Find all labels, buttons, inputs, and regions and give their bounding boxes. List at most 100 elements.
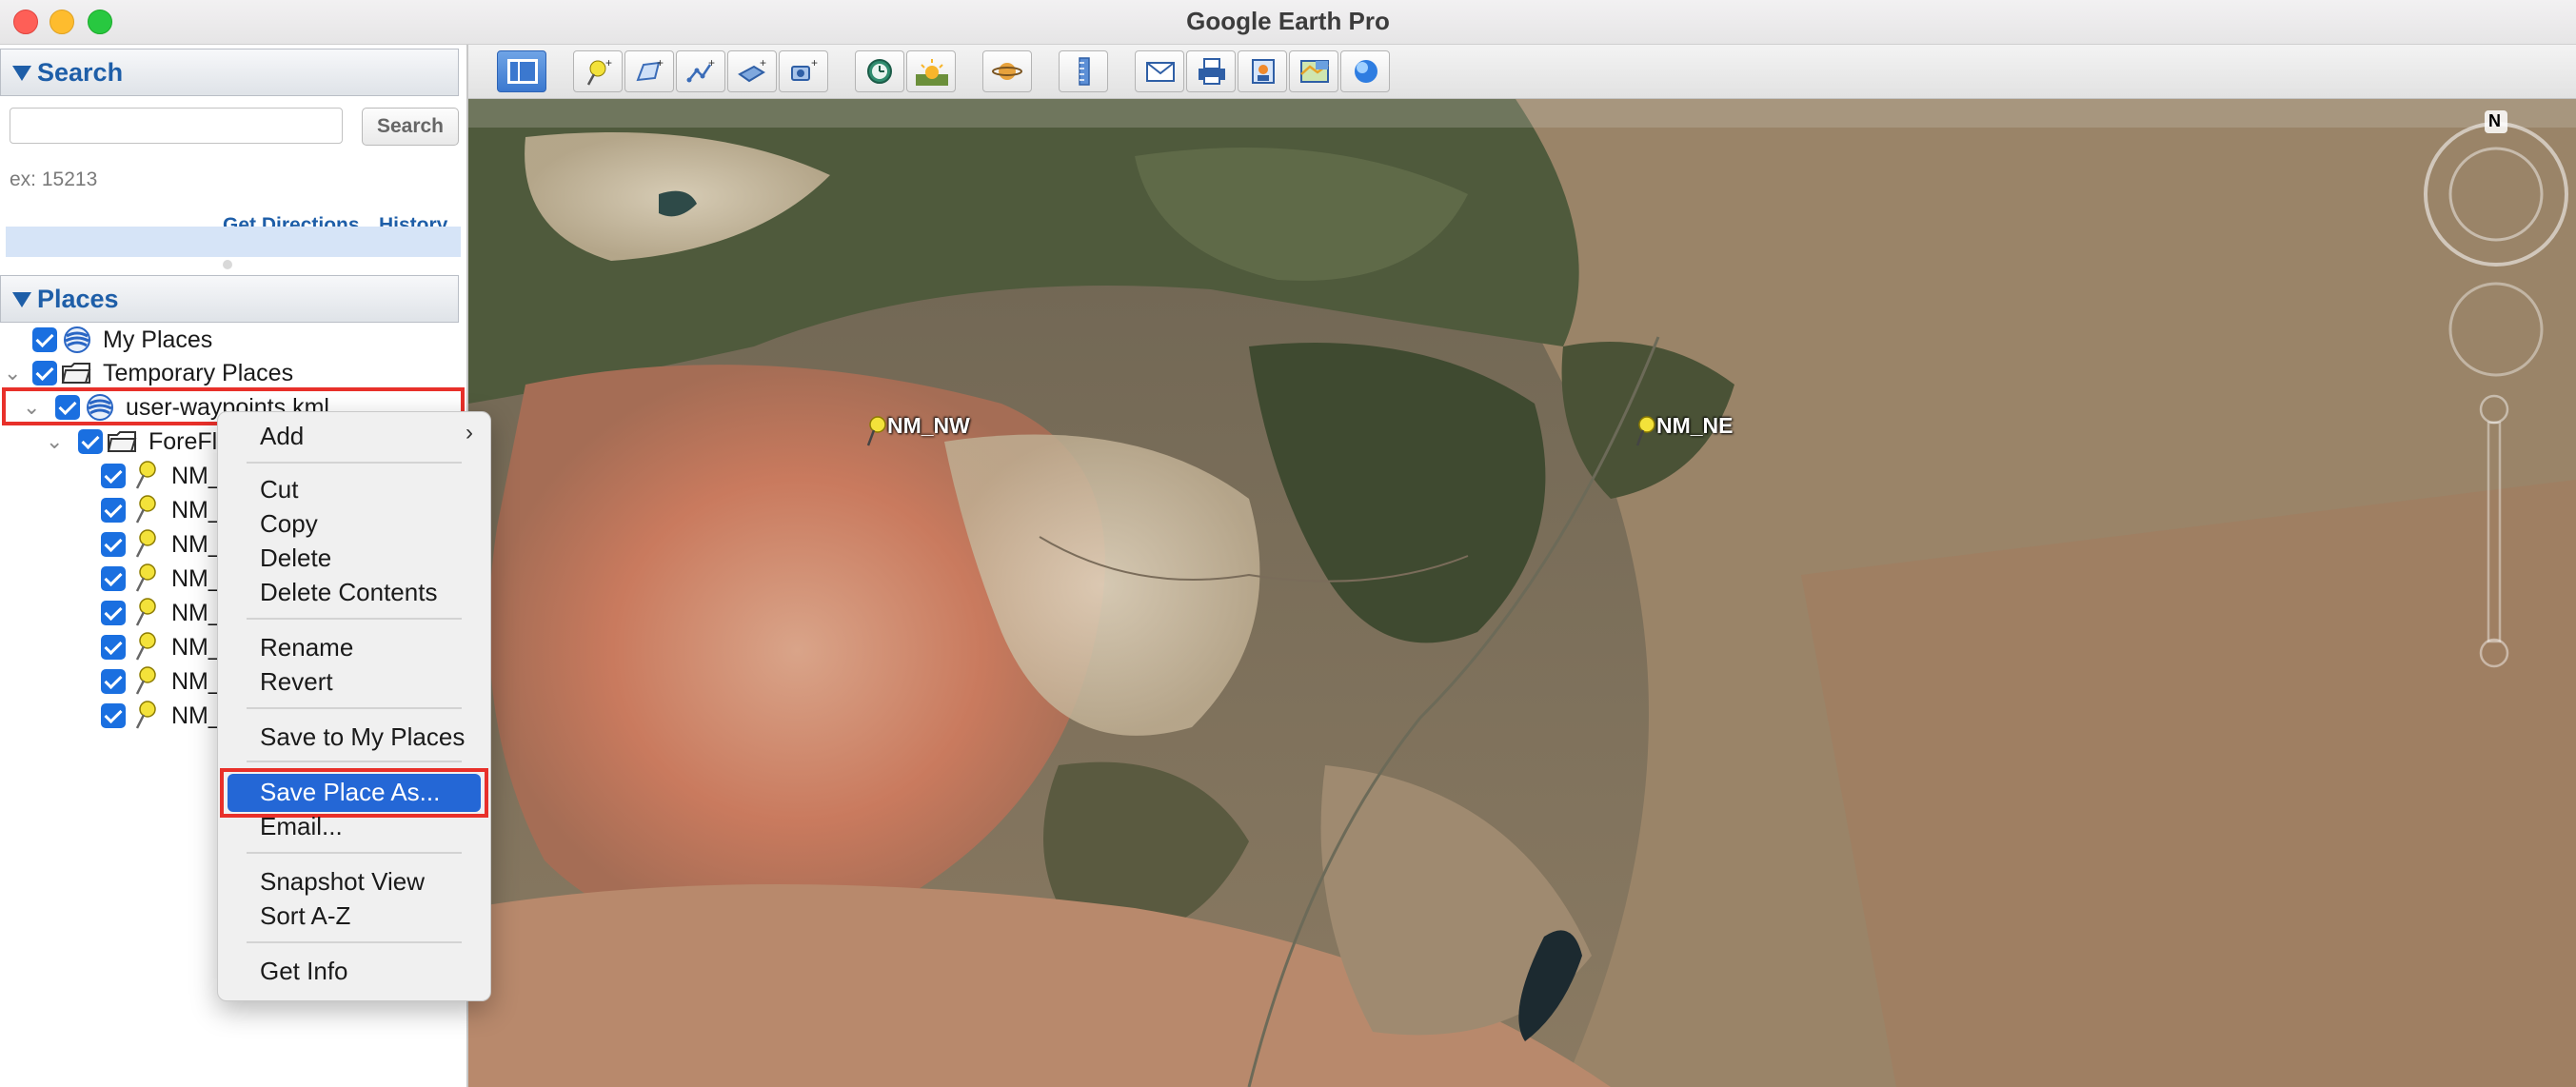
record-tour-button[interactable]: +	[779, 50, 828, 92]
checkbox[interactable]	[101, 532, 126, 557]
search-panel-title: Search	[37, 58, 124, 87]
map-view[interactable]: NM_NW NM_NE N	[468, 99, 2576, 1087]
compass-ring-icon	[2424, 110, 2568, 267]
add-image-overlay-icon: +	[738, 57, 766, 83]
pushpin-icon	[135, 563, 156, 592]
search-hint: ex: 15213	[10, 168, 98, 190]
compass-control[interactable]: N	[2420, 109, 2572, 270]
pushpin-icon[interactable]	[1632, 415, 1658, 447]
print-icon	[1199, 58, 1225, 85]
switch-planet-button[interactable]	[982, 50, 1032, 92]
places-item-temporary-places[interactable]: ⌄ Temporary Places	[0, 357, 457, 391]
checkbox[interactable]	[101, 566, 126, 591]
menu-item-save-to-my-places[interactable]: Save to My Places	[260, 722, 465, 752]
menu-item-email[interactable]: Email...	[260, 812, 343, 841]
email-icon	[1146, 62, 1175, 82]
placemark-label-nm-ne[interactable]: NM_NE	[1656, 413, 1734, 439]
checkbox[interactable]	[32, 361, 57, 385]
search-button[interactable]: Search	[362, 108, 459, 146]
menu-item-revert[interactable]: Revert	[260, 667, 333, 697]
checkbox[interactable]	[101, 498, 126, 523]
checkbox[interactable]	[101, 669, 126, 694]
pushpin-icon[interactable]	[862, 415, 889, 447]
checkbox[interactable]	[101, 601, 126, 625]
sidebar-toggle-icon	[507, 59, 538, 84]
places-item-label: NM_	[171, 668, 222, 695]
title-bar: Google Earth Pro	[0, 0, 2576, 45]
earth-gallery-icon	[1355, 60, 1377, 83]
checkbox[interactable]	[101, 635, 126, 660]
menu-separator	[247, 707, 462, 709]
places-item-label: Temporary Places	[103, 360, 294, 386]
historical-imagery-icon	[867, 59, 892, 84]
look-joystick[interactable]	[2447, 280, 2546, 379]
pushpin-icon	[135, 529, 156, 558]
search-panel-header[interactable]: Search	[0, 49, 459, 96]
menu-separator	[247, 761, 462, 762]
window-title: Google Earth Pro	[1186, 7, 1390, 35]
folder-icon	[107, 431, 137, 452]
checkbox[interactable]	[101, 464, 126, 488]
sunlight-button[interactable]	[906, 50, 956, 92]
add-polygon-button[interactable]: +	[624, 50, 674, 92]
pushpin-icon	[135, 666, 156, 695]
panel-resize-handle[interactable]	[223, 260, 232, 269]
earth-gallery-button[interactable]	[1340, 50, 1390, 92]
svg-text:+: +	[605, 57, 612, 69]
menu-separator	[247, 852, 462, 854]
add-image-overlay-button[interactable]: +	[727, 50, 777, 92]
satellite-terrain-image	[468, 99, 2576, 1087]
view-in-maps-button[interactable]	[1289, 50, 1338, 92]
switch-planet-icon	[992, 63, 1022, 80]
svg-text:+: +	[708, 57, 715, 69]
compass-north-label: N	[2488, 111, 2501, 130]
menu-item-sort-a-z[interactable]: Sort A-Z	[260, 901, 350, 931]
menu-item-cut[interactable]: Cut	[260, 475, 298, 504]
pushpin-icon	[135, 598, 156, 626]
places-item-label: NM_	[171, 565, 222, 592]
disclosure-chevron-icon[interactable]: ⌄	[4, 361, 21, 385]
menu-item-copy[interactable]: Copy	[260, 509, 318, 539]
zoom-slider[interactable]	[2475, 394, 2513, 670]
places-item-my-places[interactable]: My Places	[0, 324, 457, 358]
menu-separator	[247, 462, 462, 464]
search-input[interactable]	[10, 108, 343, 144]
zoom-slider-icon	[2479, 394, 2509, 668]
add-placemark-icon: +	[586, 57, 612, 86]
checkbox[interactable]	[32, 327, 57, 352]
email-button[interactable]	[1135, 50, 1184, 92]
svg-text:+: +	[811, 57, 818, 69]
add-path-button[interactable]: +	[676, 50, 725, 92]
menu-separator	[247, 941, 462, 943]
ruler-button[interactable]	[1059, 50, 1108, 92]
pushpin-icon	[135, 461, 156, 489]
menu-item-snapshot-view[interactable]: Snapshot View	[260, 867, 425, 897]
svg-text:+: +	[760, 57, 766, 69]
context-menu: Add › Cut Copy Delete Delete Contents Re…	[217, 411, 491, 1001]
menu-item-delete-contents[interactable]: Delete Contents	[260, 578, 437, 607]
sidebar-toggle-button[interactable]	[497, 50, 546, 92]
svg-text:+: +	[657, 57, 664, 69]
menu-item-get-info[interactable]: Get Info	[260, 957, 348, 986]
menu-separator	[247, 618, 462, 620]
checkbox[interactable]	[101, 703, 126, 728]
places-item-label: NM_	[171, 463, 222, 489]
places-item-label: ForeFl	[149, 428, 218, 455]
places-panel-header[interactable]: Places	[0, 275, 459, 323]
print-button[interactable]	[1186, 50, 1236, 92]
joystick-ring-icon	[2448, 282, 2544, 377]
historical-imagery-button[interactable]	[855, 50, 904, 92]
save-image-button[interactable]	[1238, 50, 1287, 92]
places-item-label: NM_	[171, 531, 222, 558]
places-panel-title: Places	[37, 285, 119, 313]
disclosure-chevron-icon[interactable]: ⌄	[46, 429, 63, 454]
folder-icon	[61, 363, 91, 384]
menu-item-delete[interactable]: Delete	[260, 544, 331, 573]
placemark-label-nm-nw[interactable]: NM_NW	[887, 413, 970, 439]
add-placemark-button[interactable]: +	[573, 50, 623, 92]
menu-item-add[interactable]: Add	[260, 422, 304, 451]
checkbox[interactable]	[78, 429, 103, 454]
pushpin-icon	[135, 632, 156, 661]
menu-item-rename[interactable]: Rename	[260, 633, 353, 662]
collapse-triangle-icon	[12, 292, 31, 307]
